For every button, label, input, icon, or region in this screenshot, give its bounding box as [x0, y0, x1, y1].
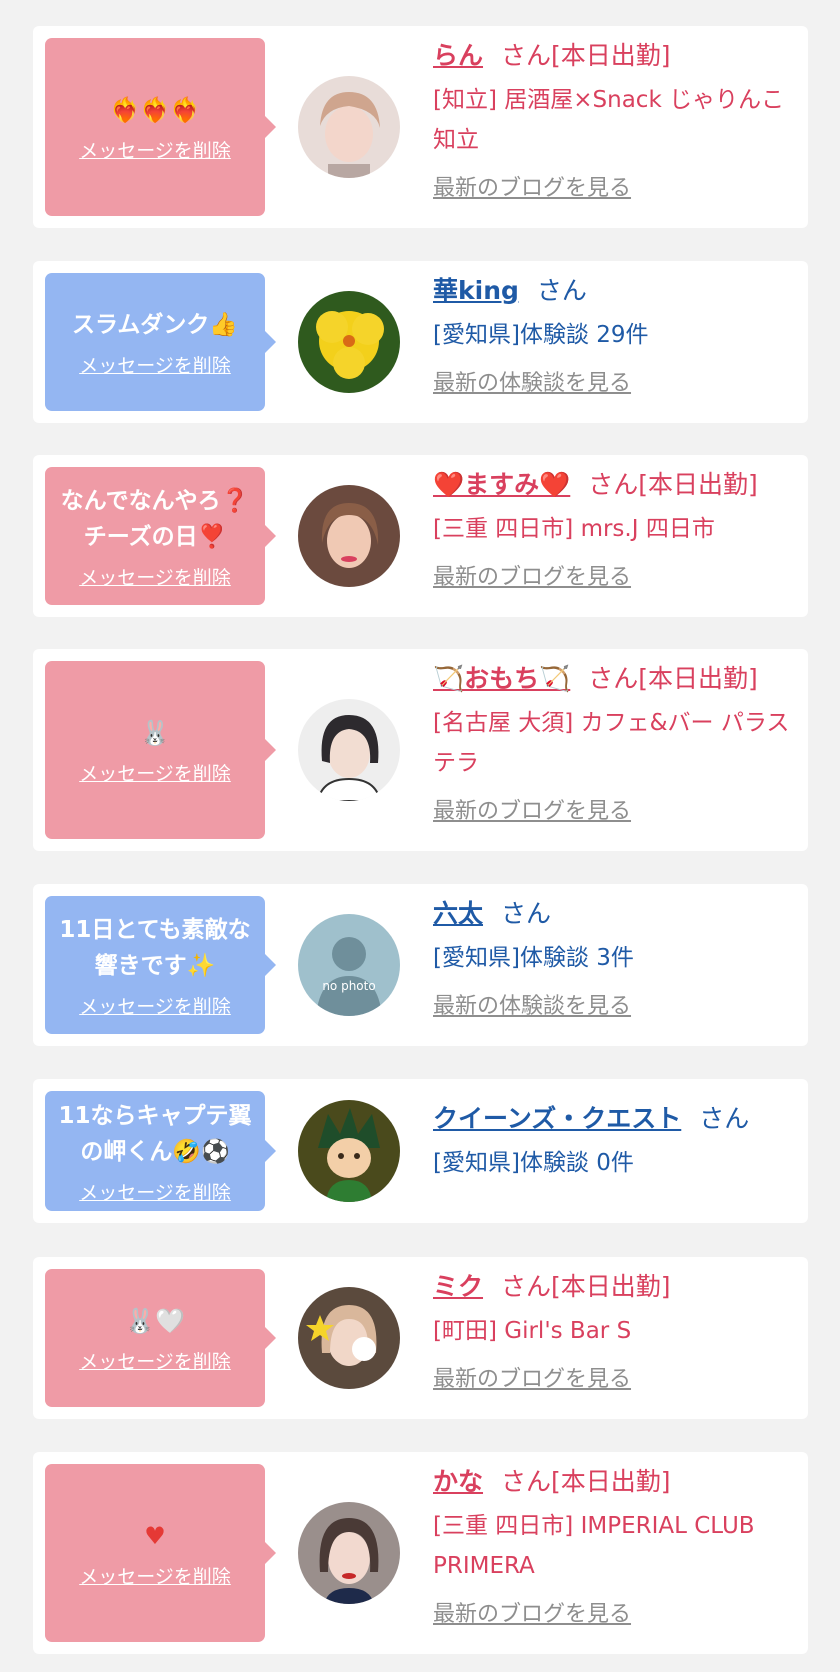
woman-photo-icon	[298, 485, 400, 587]
sender-info: 🏹おもち🏹 さん[本日出勤] [名古屋 大須] カフェ&バー パラステラ 最新のブ…	[433, 661, 792, 825]
message-bubble: 🐰 メッセージを削除	[45, 661, 276, 839]
message-bubble: なんでなんやろ❓ チーズの日❣️ メッセージを削除	[45, 467, 276, 605]
woman-photo-icon	[298, 76, 400, 178]
latest-review-link[interactable]: 最新の体験談を見る	[433, 988, 631, 1020]
sender-name-link[interactable]: 六太	[433, 899, 483, 928]
sender-suffix: さん[本日出勤]	[588, 470, 758, 499]
latest-blog-link[interactable]: 最新のブログを見る	[433, 170, 631, 202]
message-bubble: ♥ メッセージを削除	[45, 1464, 276, 1642]
message-card: 🐰 メッセージを削除 🏹おもち🏹 さん[本日出勤] [名古屋 大須] カフェ&バー…	[33, 649, 808, 851]
woman-photo-icon	[298, 1502, 400, 1604]
sender-info: ❤️ますみ❤️ さん[本日出勤] [三重 四日市] mrs.J 四日市 最新のブロ…	[433, 467, 792, 591]
message-card: 11日とても素敵な 響きです✨ メッセージを削除 no photo 六太 さん […	[33, 884, 808, 1046]
avatar[interactable]	[298, 291, 400, 393]
message-card: 11ならキャプテ翼 の岬くん🤣⚽ メッセージを削除 クイーンズ・クエスト さん […	[33, 1079, 808, 1223]
review-count: [愛知県]体験談 0件	[433, 1150, 634, 1176]
shop-name: [知立] 居酒屋×Snack じゃりんこ知立	[433, 87, 785, 153]
anime-character-icon	[298, 1100, 400, 1202]
no-photo-icon: no photo	[298, 914, 400, 1016]
message-text: 11日とても素敵な 響きです✨	[59, 916, 251, 979]
sender-name-link[interactable]: クイーンズ・クエスト	[433, 1104, 681, 1133]
message-text: 11ならキャプテ翼 の岬くん🤣⚽	[58, 1102, 252, 1165]
avatar[interactable]: no photo	[298, 914, 400, 1016]
message-emoji: ❤️‍🔥❤️‍🔥❤️‍🔥	[110, 95, 200, 124]
delete-message-link[interactable]: メッセージを削除	[79, 1562, 231, 1589]
message-text: なんでなんやろ❓ チーズの日❣️	[60, 487, 250, 550]
latest-blog-link[interactable]: 最新のブログを見る	[433, 559, 631, 591]
review-count: [愛知県]体験談 29件	[433, 322, 649, 348]
avatar[interactable]	[298, 1502, 400, 1604]
message-bubble: スラムダンク👍 メッセージを削除	[45, 273, 276, 411]
sender-name-link[interactable]: ミク	[433, 1272, 483, 1301]
latest-blog-link[interactable]: 最新のブログを見る	[433, 1361, 631, 1393]
delete-message-link[interactable]: メッセージを削除	[79, 1178, 231, 1205]
sender-suffix: さん[本日出勤]	[501, 1272, 671, 1301]
no-photo-label: no photo	[322, 979, 375, 993]
sender-suffix: さん	[501, 899, 552, 928]
shop-name: [名古屋 大須] カフェ&バー パラステラ	[433, 710, 790, 776]
review-count: [愛知県]体験談 3件	[433, 945, 634, 971]
shop-name: [三重 四日市] IMPERIAL CLUB PRIMERA	[433, 1513, 755, 1579]
avatar[interactable]	[298, 1287, 400, 1389]
latest-review-link[interactable]: 最新の体験談を見る	[433, 365, 631, 397]
message-card: ♥ メッセージを削除 かな さん[本日出勤] [三重 四日市] IMPERIAL …	[33, 1452, 808, 1654]
message-emoji: 🐰	[140, 718, 170, 747]
message-list: ❤️‍🔥❤️‍🔥❤️‍🔥 メッセージを削除 らん さん[本日出勤] [知立] 居酒…	[0, 0, 840, 1672]
shop-name: [三重 四日市] mrs.J 四日市	[433, 516, 715, 542]
message-text: スラムダンク👍	[72, 311, 238, 338]
avatar[interactable]	[298, 485, 400, 587]
sender-name-link[interactable]: かな	[433, 1467, 483, 1496]
woman-photo-icon	[298, 699, 400, 801]
latest-blog-link[interactable]: 最新のブログを見る	[433, 793, 631, 825]
sender-info: 六太 さん [愛知県]体験談 3件 最新の体験談を見る	[433, 896, 792, 1020]
woman-photo-icon	[298, 1287, 400, 1389]
sender-info: かな さん[本日出勤] [三重 四日市] IMPERIAL CLUB PRIMER…	[433, 1464, 792, 1628]
sender-suffix: さん	[536, 276, 587, 305]
sender-suffix: さん[本日出勤]	[501, 1467, 671, 1496]
latest-blog-link[interactable]: 最新のブログを見る	[433, 1596, 631, 1628]
sender-info: らん さん[本日出勤] [知立] 居酒屋×Snack じゃりんこ知立 最新のブログ…	[433, 38, 792, 202]
sender-name-link[interactable]: 🏹おもち🏹	[433, 664, 570, 693]
delete-message-link[interactable]: メッセージを削除	[79, 351, 231, 378]
sender-info: クイーンズ・クエスト さん [愛知県]体験談 0件	[433, 1101, 792, 1183]
message-bubble: 11日とても素敵な 響きです✨ メッセージを削除	[45, 896, 276, 1034]
message-bubble: 11ならキャプテ翼 の岬くん🤣⚽ メッセージを削除	[45, 1091, 276, 1211]
message-bubble: ❤️‍🔥❤️‍🔥❤️‍🔥 メッセージを削除	[45, 38, 276, 216]
sender-name-link[interactable]: 華king	[433, 276, 519, 305]
delete-message-link[interactable]: メッセージを削除	[79, 136, 231, 163]
sender-name-link[interactable]: らん	[433, 41, 483, 70]
sender-name-link[interactable]: ❤️ますみ❤️	[433, 470, 570, 499]
message-card: ❤️‍🔥❤️‍🔥❤️‍🔥 メッセージを削除 らん さん[本日出勤] [知立] 居酒…	[33, 26, 808, 228]
delete-message-link[interactable]: メッセージを削除	[79, 563, 231, 590]
message-card: なんでなんやろ❓ チーズの日❣️ メッセージを削除 ❤️ますみ❤️ さん[本日出勤…	[33, 455, 808, 617]
avatar[interactable]	[298, 699, 400, 801]
delete-message-link[interactable]: メッセージを削除	[79, 992, 231, 1019]
yellow-flower-icon	[298, 291, 400, 393]
delete-message-link[interactable]: メッセージを削除	[79, 759, 231, 786]
delete-message-link[interactable]: メッセージを削除	[79, 1347, 231, 1374]
avatar[interactable]	[298, 1100, 400, 1202]
sender-suffix: さん	[699, 1104, 750, 1133]
message-card: 🐰🤍 メッセージを削除 ミク さん[本日出勤] [町田] Girl's Bar S…	[33, 1257, 808, 1419]
shop-name: [町田] Girl's Bar S	[433, 1318, 632, 1344]
message-bubble: 🐰🤍 メッセージを削除	[45, 1269, 276, 1407]
sender-suffix: さん[本日出勤]	[588, 664, 758, 693]
sender-info: 華king さん [愛知県]体験談 29件 最新の体験談を見る	[433, 273, 792, 397]
sender-info: ミク さん[本日出勤] [町田] Girl's Bar S 最新のブログを見る	[433, 1269, 792, 1393]
message-emoji: 🐰🤍	[125, 1306, 185, 1335]
avatar[interactable]	[298, 76, 400, 178]
message-card: スラムダンク👍 メッセージを削除 華king さん [愛知県]体験談 29件 最新…	[33, 261, 808, 423]
message-emoji: ♥	[144, 1521, 166, 1550]
sender-suffix: さん[本日出勤]	[501, 41, 671, 70]
